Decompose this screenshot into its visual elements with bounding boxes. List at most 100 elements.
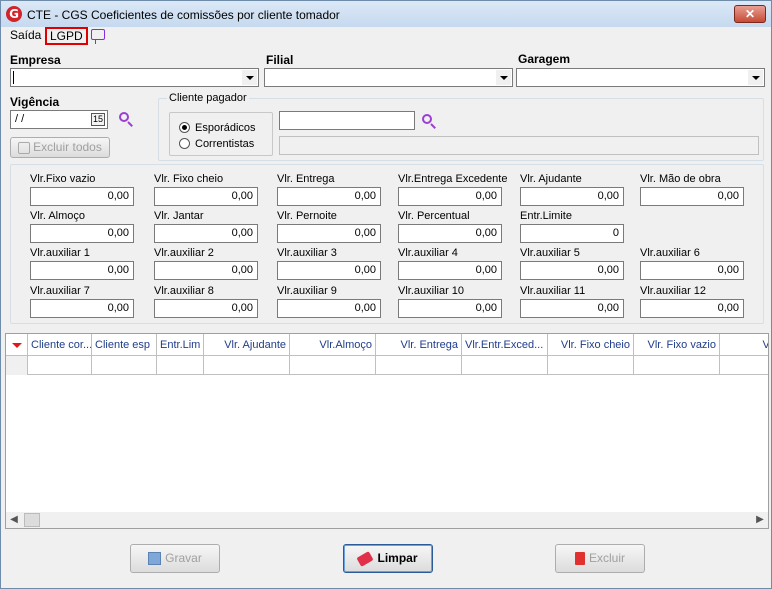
chevron-down-icon[interactable] [748, 70, 763, 85]
vigencia-label: Vigência [10, 95, 60, 109]
scroll-thumb[interactable] [24, 513, 40, 527]
correntistas-label: Correntistas [195, 138, 255, 150]
grid-cell[interactable] [720, 356, 768, 375]
app-logo-icon: G [6, 6, 22, 22]
correntistas-radio[interactable] [179, 138, 190, 149]
grid-column-header[interactable]: Vlr.Almoço [290, 334, 376, 356]
esporadicos-label: Esporádicos [195, 122, 256, 134]
grid-cell[interactable] [634, 356, 720, 375]
value-label: Vlr. Entrega [277, 173, 335, 185]
horizontal-scrollbar[interactable]: ◀ ▶ [6, 512, 768, 528]
value-label: Vlr.auxiliar 4 [398, 247, 458, 259]
value-input[interactable]: 0,00 [640, 299, 744, 318]
grid-cell[interactable] [548, 356, 634, 375]
row-indicator[interactable] [6, 356, 28, 375]
gravar-button[interactable]: Gravar [130, 544, 220, 573]
grid-cell[interactable] [92, 356, 157, 375]
grid-column-header[interactable]: Vlr. Entrega [376, 334, 462, 356]
calendar-icon[interactable]: 15 [91, 113, 105, 126]
delete-all-icon [18, 141, 31, 154]
close-button[interactable]: ✕ [734, 5, 766, 23]
grid-header: Cliente cor... Cliente esp Entr.Lim Vlr. Aj… [6, 334, 768, 356]
value-label: Vlr.auxiliar 2 [154, 247, 214, 259]
value-input[interactable]: 0,00 [398, 261, 502, 280]
grid-column-header[interactable]: Cliente cor... [28, 334, 92, 356]
value-input[interactable]: 0,00 [398, 224, 502, 243]
limpar-button[interactable]: Limpar [343, 544, 433, 573]
value-input[interactable]: 0,00 [640, 187, 744, 206]
chevron-down-icon[interactable] [242, 70, 257, 85]
value-label: Vlr.auxiliar 3 [277, 247, 337, 259]
menu-bar: Saída LGPD [1, 27, 771, 45]
chat-icon[interactable] [91, 29, 105, 44]
grid-column-header[interactable]: Vlr.Entr.Exced... [462, 334, 548, 356]
value-label: Entr.Limite [520, 210, 572, 222]
value-input[interactable]: 0,00 [277, 224, 381, 243]
search-icon[interactable] [118, 111, 134, 127]
garagem-label: Garagem [518, 52, 571, 66]
value-input[interactable]: 0,00 [520, 187, 624, 206]
coeficientes-grid[interactable]: Cliente cor... Cliente esp Entr.Lim Vlr. Aj… [5, 333, 769, 529]
value-input[interactable]: 0,00 [398, 299, 502, 318]
value-input[interactable]: 0,00 [520, 299, 624, 318]
excluir-button[interactable]: Excluir [555, 544, 645, 573]
table-row[interactable] [6, 356, 768, 375]
grid-column-header[interactable]: Entr.Lim [157, 334, 204, 356]
scroll-left-icon[interactable]: ◀ [6, 512, 22, 528]
value-label: Vlr. Percentual [398, 210, 470, 222]
value-label: Vlr. Fixo cheio [154, 173, 224, 185]
grid-column-header[interactable]: Vlr [720, 334, 768, 356]
save-icon [148, 552, 162, 566]
grid-column-header[interactable]: Vlr. Fixo cheio [548, 334, 634, 356]
value-label: Vlr.auxiliar 9 [277, 285, 337, 297]
empresa-combo[interactable] [10, 68, 259, 87]
vigencia-value: / / [15, 113, 25, 125]
filial-combo[interactable] [264, 68, 513, 87]
value-label: Vlr.auxiliar 8 [154, 285, 214, 297]
grid-column-header[interactable]: Cliente esp [92, 334, 157, 356]
grid-cell[interactable] [462, 356, 548, 375]
value-label: Vlr.Fixo vazio [30, 173, 96, 185]
text-caret [13, 71, 14, 84]
empresa-label: Empresa [10, 53, 61, 67]
value-input[interactable]: 0 [520, 224, 624, 243]
cliente-codigo-input[interactable] [279, 111, 415, 130]
filter-arrow-icon[interactable] [6, 334, 28, 356]
value-input[interactable]: 0,00 [277, 187, 381, 206]
value-input[interactable]: 0,00 [30, 187, 134, 206]
grid-cell[interactable] [157, 356, 204, 375]
value-input[interactable]: 0,00 [640, 261, 744, 280]
grid-column-header[interactable]: Vlr. Ajudante [204, 334, 290, 356]
value-input[interactable]: 0,00 [277, 261, 381, 280]
value-input[interactable]: 0,00 [30, 261, 134, 280]
cliente-pagador-title: Cliente pagador [167, 92, 249, 104]
value-input[interactable]: 0,00 [520, 261, 624, 280]
grid-cell[interactable] [376, 356, 462, 375]
cliente-pagador-group: Cliente pagador Esporádicos Correntistas [158, 92, 764, 161]
grid-column-header[interactable]: Vlr. Fixo vazio [634, 334, 720, 356]
chevron-down-icon[interactable] [496, 70, 511, 85]
garagem-combo[interactable] [516, 68, 765, 87]
value-input[interactable]: 0,00 [30, 299, 134, 318]
value-input[interactable]: 0,00 [154, 299, 258, 318]
esporadicos-radio[interactable] [179, 122, 190, 133]
grid-cell[interactable] [204, 356, 290, 375]
value-input[interactable]: 0,00 [154, 261, 258, 280]
value-label: Vlr.Entrega Excedente [398, 173, 508, 185]
value-input[interactable]: 0,00 [154, 187, 258, 206]
grid-cell[interactable] [28, 356, 92, 375]
value-label: Vlr. Mão de obra [640, 173, 721, 185]
value-input[interactable]: 0,00 [398, 187, 502, 206]
scroll-right-icon[interactable]: ▶ [752, 512, 768, 528]
value-input[interactable]: 0,00 [277, 299, 381, 318]
menu-lgpd[interactable]: LGPD [45, 27, 88, 45]
filial-label: Filial [266, 53, 294, 67]
grid-cell[interactable] [290, 356, 376, 375]
excluir-todos-button[interactable]: Excluir todos [10, 137, 110, 158]
search-icon[interactable] [421, 113, 437, 129]
value-input[interactable]: 0,00 [154, 224, 258, 243]
vigencia-date-input[interactable]: / / 15 [10, 110, 108, 129]
value-label: Vlr.auxiliar 7 [30, 285, 90, 297]
value-input[interactable]: 0,00 [30, 224, 134, 243]
menu-saida[interactable]: Saída [10, 28, 41, 42]
